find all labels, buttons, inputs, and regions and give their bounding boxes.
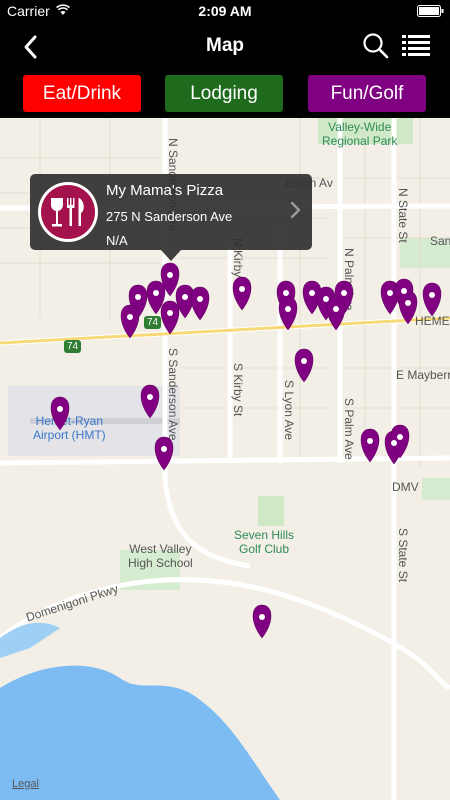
map-pin[interactable]: [50, 396, 70, 431]
map-pin[interactable]: [190, 286, 210, 321]
filter-lodging-button[interactable]: Lodging: [165, 75, 283, 112]
filter-bar: Eat/Drink Lodging Fun/Golf: [0, 70, 450, 118]
callout-title: My Mama's Pizza: [106, 182, 224, 199]
location-callout[interactable]: My Mama's Pizza 275 N Sanderson Ave N/A: [30, 174, 312, 261]
map-pin[interactable]: [232, 276, 252, 311]
callout-detail: N/A: [106, 233, 128, 248]
map-pin[interactable]: [398, 290, 418, 325]
chevron-right-icon[interactable]: [290, 200, 302, 220]
legal-link[interactable]: Legal: [12, 778, 39, 790]
map-pin[interactable]: [160, 300, 180, 335]
map-pin[interactable]: [360, 428, 380, 463]
filter-eat-drink-button[interactable]: Eat/Drink: [23, 75, 141, 112]
status-bar: Carrier 2:09 AM: [0, 0, 450, 22]
nav-bar: Map: [0, 22, 450, 70]
fork-knife-glass-icon: [38, 182, 98, 242]
status-time: 2:09 AM: [198, 3, 252, 19]
map-pin[interactable]: [140, 384, 160, 419]
list-icon[interactable]: [402, 34, 430, 58]
filter-fun-golf-button[interactable]: Fun/Golf: [308, 75, 426, 112]
map-pin[interactable]: [120, 304, 140, 339]
callout-address: 275 N Sanderson Ave: [106, 209, 233, 224]
callout-pointer: [161, 250, 181, 261]
map-pin[interactable]: [154, 436, 174, 471]
battery-icon: [417, 5, 444, 17]
map-view[interactable]: Valley-Wide Regional Park Eaton Av N Sta…: [0, 118, 450, 800]
search-icon[interactable]: [362, 32, 390, 60]
map-pin[interactable]: [422, 282, 442, 317]
map-pin[interactable]: [252, 604, 272, 639]
map-pin[interactable]: [278, 296, 298, 331]
map-pin[interactable]: [294, 348, 314, 383]
map-pin[interactable]: [326, 296, 346, 331]
